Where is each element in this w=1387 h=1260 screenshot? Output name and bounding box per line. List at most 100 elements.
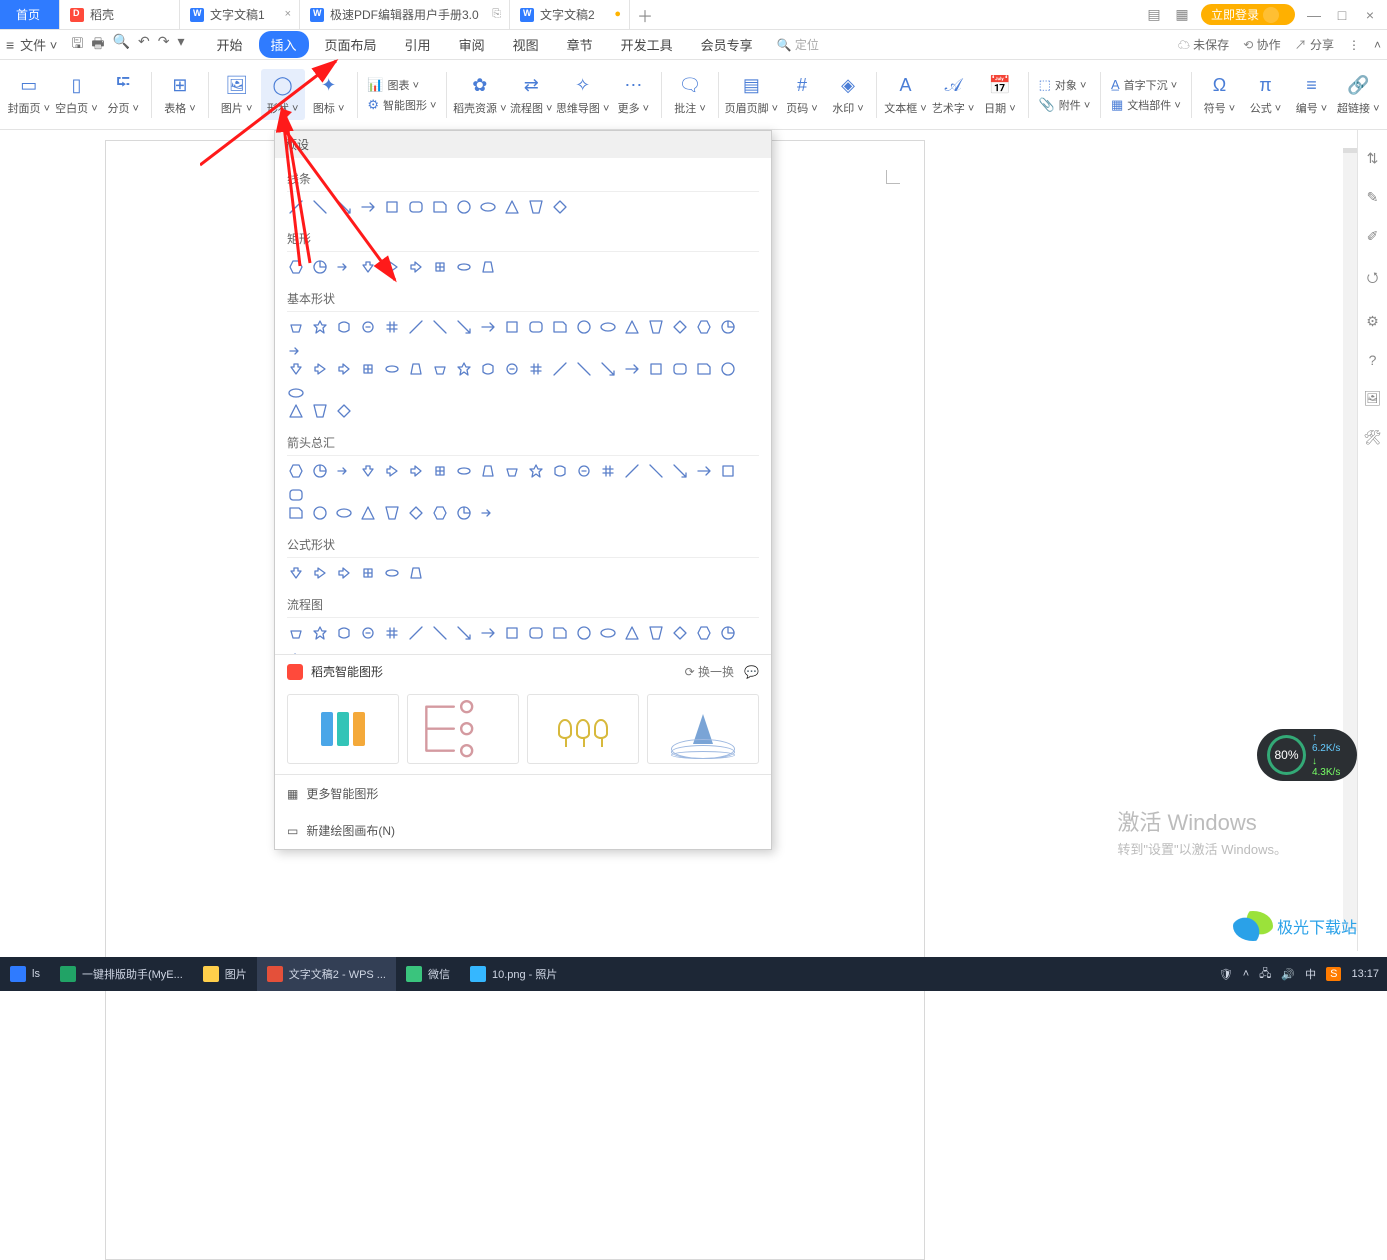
ribbon-tbx[interactable]: A文本框 ˅ (883, 69, 929, 120)
ribbon-dkres[interactable]: ✿稻壳资源 ˅ (453, 69, 506, 120)
ribbon-sym[interactable]: Ω符号 ˅ (1197, 69, 1241, 120)
window-maximize[interactable]: □ (1333, 7, 1351, 23)
ribbon-more[interactable]: ⋯更多 ˅ (611, 69, 655, 120)
shape-item[interactable] (455, 462, 473, 480)
tab-home[interactable]: 首页 (0, 0, 60, 29)
shape-item[interactable] (431, 258, 449, 276)
ribbon-blank[interactable]: ▯空白页 ˅ (54, 69, 100, 120)
shape-item[interactable] (407, 462, 425, 480)
shape-item[interactable] (359, 624, 377, 642)
ribbon-cover[interactable]: ▭封面页 ˅ (6, 69, 52, 120)
shape-item[interactable] (287, 462, 305, 480)
shape-item[interactable] (647, 624, 665, 642)
shape-item[interactable] (671, 318, 689, 336)
menu-tab-页面布局[interactable]: 页面布局 (313, 31, 389, 58)
file-menu[interactable]: 文件 ˅ (20, 35, 57, 54)
ribbon-shape[interactable]: ◯形状 ˅ (261, 69, 305, 120)
ribbon-comment[interactable]: 🗨批注 ˅ (668, 69, 712, 120)
window-minimize[interactable]: — (1305, 7, 1323, 23)
qat-preview[interactable]: 🔍 (113, 33, 130, 57)
shape-item[interactable] (527, 462, 545, 480)
shape-item[interactable] (407, 504, 425, 522)
side-style-icon[interactable]: ✎ (1367, 189, 1379, 206)
shape-item[interactable] (407, 564, 425, 582)
refresh-button[interactable]: ⟳ 换一换 (685, 663, 734, 680)
hamburger-icon[interactable]: ≡ (6, 37, 14, 53)
shape-item[interactable] (695, 318, 713, 336)
side-help-icon[interactable]: ? (1369, 352, 1377, 368)
login-button[interactable]: 立即登录 (1201, 4, 1295, 25)
shape-item[interactable] (599, 624, 617, 642)
shape-item[interactable] (335, 258, 353, 276)
qat-more[interactable]: ▾ (177, 33, 184, 57)
shape-item[interactable] (335, 198, 353, 216)
shape-item[interactable] (551, 624, 569, 642)
more-smart-shapes[interactable]: ▦更多智能图形 (275, 775, 771, 812)
shape-item[interactable] (311, 624, 329, 642)
shape-item[interactable] (383, 504, 401, 522)
grid3-icon[interactable]: ▤ (1145, 6, 1163, 23)
menu-more[interactable]: ⋮ (1348, 38, 1360, 52)
shape-item[interactable] (695, 462, 713, 480)
smart-template-4[interactable] (647, 694, 759, 764)
menu-tab-审阅[interactable]: 审阅 (447, 31, 497, 58)
shape-item[interactable] (287, 624, 305, 642)
taskbar-item[interactable]: 图片 (193, 957, 257, 991)
shape-item[interactable] (479, 318, 497, 336)
shape-item[interactable] (335, 504, 353, 522)
tray-up-icon[interactable]: ˄ (1243, 968, 1249, 980)
taskbar-item[interactable]: 文字文稿2 - WPS ... (257, 957, 396, 991)
shape-item[interactable] (287, 342, 305, 360)
shape-item[interactable] (383, 258, 401, 276)
shape-item[interactable] (311, 564, 329, 582)
shape-item[interactable] (455, 318, 473, 336)
shape-item[interactable] (431, 318, 449, 336)
new-drawing-canvas[interactable]: ▭新建绘图画布(N) (275, 812, 771, 849)
shape-item[interactable] (287, 318, 305, 336)
shape-item[interactable] (359, 198, 377, 216)
ribbon-wa[interactable]: 𝒜艺术字 ˅ (930, 69, 976, 120)
shape-item[interactable] (359, 360, 377, 378)
goto-field[interactable]: 🔍 定位 (777, 36, 819, 53)
ribbon-pic[interactable]: 🖼图片 ˅ (215, 69, 259, 120)
shape-item[interactable] (623, 462, 641, 480)
taskbar-item[interactable]: 一键排版助手(MyE... (50, 957, 193, 991)
shape-item[interactable] (527, 624, 545, 642)
shape-item[interactable] (335, 462, 353, 480)
unsaved-indicator[interactable]: ☁ 未保存 (1178, 36, 1229, 53)
shape-item[interactable] (479, 360, 497, 378)
shape-item[interactable] (599, 462, 617, 480)
shape-item[interactable] (479, 258, 497, 276)
shape-item[interactable] (503, 462, 521, 480)
menu-tab-插入[interactable]: 插入 (259, 31, 309, 58)
shape-item[interactable] (647, 318, 665, 336)
taskbar-item[interactable]: 微信 (396, 957, 460, 991)
ribbon-dc[interactable]: A̲ 首字下沉 ˅ (1111, 77, 1181, 93)
shape-item[interactable] (287, 402, 305, 420)
shape-item[interactable] (287, 564, 305, 582)
qat-undo[interactable]: ↶ (138, 33, 150, 57)
shape-item[interactable] (503, 318, 521, 336)
ribbon-icon[interactable]: ✦图标 ˅ (307, 69, 351, 120)
shape-item[interactable] (551, 198, 569, 216)
shape-item[interactable] (431, 624, 449, 642)
tab-docer[interactable]: 稻壳 (60, 0, 180, 29)
shape-item[interactable] (647, 360, 665, 378)
shape-item[interactable] (503, 198, 521, 216)
shape-item[interactable] (647, 462, 665, 480)
window-close[interactable]: × (1361, 7, 1379, 23)
shape-item[interactable] (575, 360, 593, 378)
shape-item[interactable] (431, 462, 449, 480)
side-edit-icon[interactable]: ✐ (1367, 228, 1379, 245)
new-tab-button[interactable]: ＋ (630, 0, 660, 29)
shape-item[interactable] (287, 486, 305, 504)
menu-tab-开始[interactable]: 开始 (205, 31, 255, 58)
tab-doc-1[interactable]: 文字文稿1× (180, 0, 300, 29)
smart-template-2[interactable] (407, 694, 519, 764)
qat-save[interactable]: 🖫 (71, 33, 83, 57)
menu-tab-会员专享[interactable]: 会员专享 (689, 31, 765, 58)
shape-item[interactable] (455, 624, 473, 642)
shape-item[interactable] (407, 624, 425, 642)
shape-item[interactable] (383, 360, 401, 378)
shape-item[interactable] (479, 198, 497, 216)
